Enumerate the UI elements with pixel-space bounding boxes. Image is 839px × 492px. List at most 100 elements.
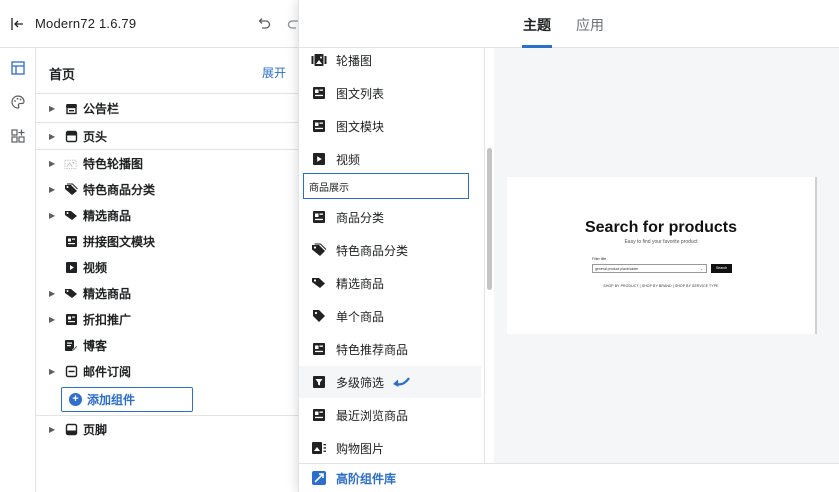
sidebar-item-label: 拼接图文模块 <box>83 234 156 249</box>
chevron-right-icon: ▶ <box>49 210 56 220</box>
theme-editor: Modern72 1.6.79 首页 展开 ▶ 公告栏 ▶ 页头 ▶ 特色轮播图… <box>0 0 839 492</box>
video-icon <box>311 151 327 167</box>
tags-icon <box>311 275 327 291</box>
list-item-label: 商品分类 <box>336 210 385 225</box>
list-item-label: 图文列表 <box>336 86 385 101</box>
list-item-single-product[interactable]: 单个商品 <box>299 300 481 332</box>
sidebar-item-label: 精选商品 <box>83 208 132 223</box>
list-scrollbar[interactable] <box>487 148 492 290</box>
sidebar-item-featured-collections[interactable]: ▶ 特色商品分类 <box>36 176 300 202</box>
sections-icon[interactable] <box>6 56 30 80</box>
tag-icon <box>311 242 327 258</box>
sidebar-item-featured-products-2[interactable]: ▶ 精选商品 <box>36 280 300 306</box>
plus-circle-icon: + <box>69 393 82 406</box>
image-icon <box>64 156 78 170</box>
popover-tabs: 主题 应用 <box>299 0 839 48</box>
undo-icon[interactable] <box>256 16 272 32</box>
sidebar-item-newsletter[interactable]: ▶ 邮件订阅 <box>36 358 300 384</box>
sidebar-item-label: 精选商品 <box>83 286 132 301</box>
sidebar-item-blog[interactable]: ▶ 博客 <box>36 332 300 358</box>
list-item-label: 多级筛选 <box>336 375 385 390</box>
list-item-label: 最近浏览商品 <box>336 408 409 423</box>
carousel-icon <box>311 52 327 68</box>
chevron-right-icon: ▶ <box>49 131 56 141</box>
sidebar-item-header[interactable]: ▶ 页头 <box>36 123 300 149</box>
list-item-label: 精选商品 <box>336 276 385 291</box>
sidebar-item-label: 公告栏 <box>83 101 120 116</box>
apps-icon[interactable] <box>6 124 30 148</box>
advanced-library-footer[interactable]: 高阶组件库 <box>299 463 839 492</box>
top-bar: Modern72 1.6.79 <box>0 0 300 48</box>
sidebar-item-label: 页头 <box>83 129 108 144</box>
preview-subtitle: Easy to find your favorite product <box>624 239 698 245</box>
chevron-right-icon: ▶ <box>49 314 56 324</box>
list-item-label: 特色商品分类 <box>336 243 409 258</box>
sidebar-item-image-text[interactable]: ▶ 拼接图文模块 <box>36 228 300 254</box>
image-text-icon <box>311 407 327 423</box>
app-title: Modern72 1.6.79 <box>35 16 137 31</box>
add-component-label: 添加组件 <box>87 393 136 407</box>
palette-icon[interactable] <box>6 90 30 114</box>
image-text-icon <box>311 209 327 225</box>
list-item-label: 轮播图 <box>336 53 373 68</box>
list-item-featured-recommendations[interactable]: 特色推荐商品 <box>299 333 481 365</box>
header-icon <box>64 129 78 143</box>
preview-title: Search for products <box>584 219 738 236</box>
sidebar-item-featured-products[interactable]: ▶ 精选商品 <box>36 202 300 228</box>
sidebar-item-label: 折扣推广 <box>83 312 132 327</box>
sidebar-item-video[interactable]: ▶ 视频 <box>36 254 300 280</box>
sidebar-item-label: 邮件订阅 <box>83 364 132 379</box>
sidebar-item-label: 博客 <box>83 338 108 353</box>
image-text-icon <box>311 118 327 134</box>
preview-select-value: general product placeholder <box>595 267 639 271</box>
sidebar-item-carousel[interactable]: ▶ 特色轮播图 <box>36 150 300 176</box>
page-title: 首页 <box>49 67 76 82</box>
chevron-right-icon: ▶ <box>49 366 56 376</box>
sidebar-item-label: 视频 <box>83 260 108 275</box>
chevron-down-icon: ⌄ <box>700 267 703 271</box>
tag-icon <box>64 182 78 196</box>
preview-search-button: Search <box>711 264 732 273</box>
add-component-button[interactable]: + 添加组件 <box>61 387 193 412</box>
expand-button[interactable]: 展开 <box>262 64 286 81</box>
preview-links: SHOP BY PRODUCT | SHOP BY BRAND | SHOP B… <box>603 284 719 288</box>
sidebar-item-footer[interactable]: ▶ 页脚 <box>36 416 300 442</box>
left-rail <box>0 48 36 492</box>
list-item-image-text-list[interactable]: 图文列表 <box>299 77 481 109</box>
tab-apps[interactable]: 应用 <box>576 15 604 35</box>
exit-icon[interactable] <box>11 17 25 31</box>
add-component-popover: 主题 应用 轮播图 图文列表 图文模块 视频 商品展示 商品分类 特色商品分类 … <box>298 0 839 492</box>
footer-icon <box>64 422 78 436</box>
mail-icon <box>64 364 78 378</box>
list-item-shopping-image[interactable]: 购物图片 <box>299 432 481 463</box>
list-item-featured-collection[interactable]: 特色商品分类 <box>299 234 481 266</box>
chevron-right-icon: ▶ <box>49 288 56 298</box>
image-text-icon <box>64 234 78 248</box>
list-item-label: 单个商品 <box>336 309 385 324</box>
sidebar-item-announcement[interactable]: ▶ 公告栏 <box>36 95 300 121</box>
section-label-product-display: 商品展示 <box>303 173 469 199</box>
filter-icon <box>311 374 327 390</box>
arrow-pointer-icon <box>392 376 410 388</box>
list-item-carousel[interactable]: 轮播图 <box>299 48 481 76</box>
list-item-video[interactable]: 视频 <box>299 143 481 175</box>
list-item-recently-viewed[interactable]: 最近浏览商品 <box>299 399 481 431</box>
component-list: 轮播图 图文列表 图文模块 视频 商品展示 商品分类 特色商品分类 精选商品 单… <box>299 48 485 463</box>
tags-icon <box>64 208 78 222</box>
advanced-library-icon <box>311 470 327 486</box>
video-icon <box>64 260 78 274</box>
single-tag-icon <box>311 308 327 324</box>
chevron-right-icon: ▶ <box>49 424 56 434</box>
list-item-featured-products[interactable]: 精选商品 <box>299 267 481 299</box>
blog-icon <box>64 338 78 352</box>
list-item-image-text-module[interactable]: 图文模块 <box>299 110 481 142</box>
image-text-icon <box>64 312 78 326</box>
sidebar-item-discount[interactable]: ▶ 折扣推广 <box>36 306 300 332</box>
list-item-collection-list[interactable]: 商品分类 <box>299 201 481 233</box>
sidebar-item-label: 特色商品分类 <box>83 182 156 197</box>
preview-filter-label: Filter title <box>592 257 607 261</box>
chevron-right-icon: ▶ <box>49 158 56 168</box>
list-item-label: 特色推荐商品 <box>336 342 409 357</box>
list-item-multi-level-filter[interactable]: 多级筛选 <box>299 366 481 398</box>
tab-theme[interactable]: 主题 <box>523 15 551 35</box>
